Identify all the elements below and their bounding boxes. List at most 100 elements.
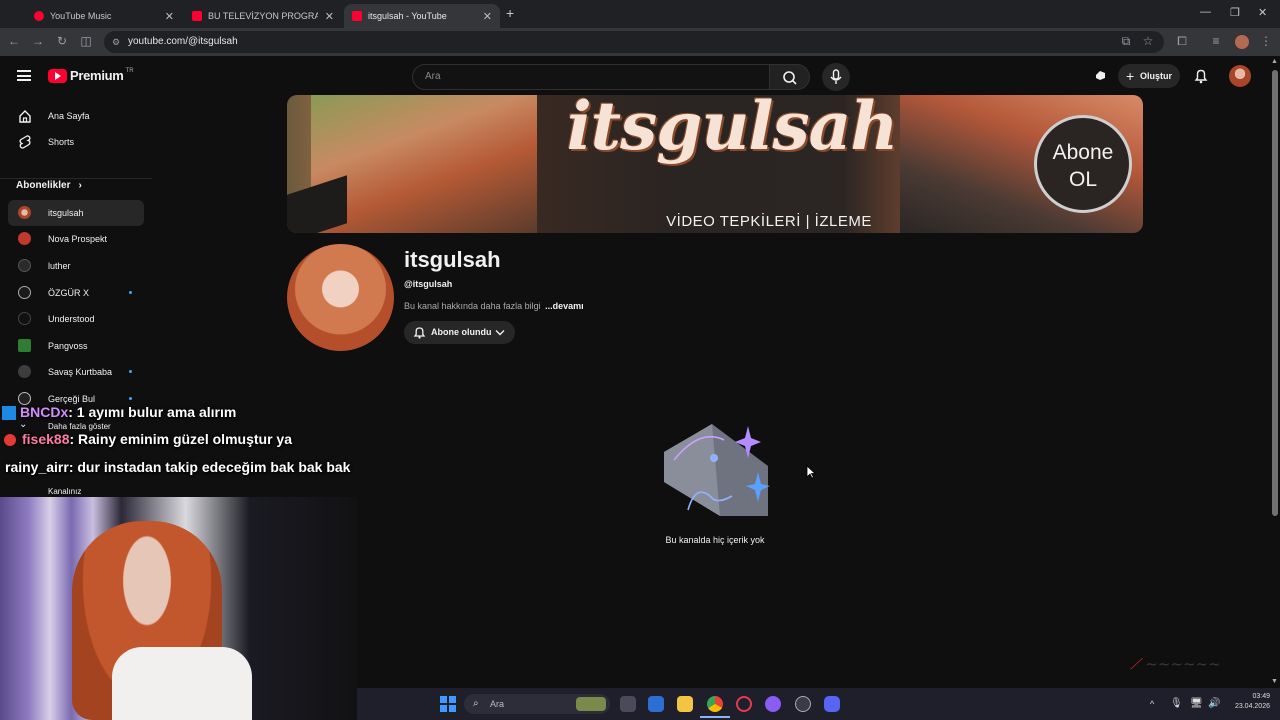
close-tab-icon[interactable]: ✕ bbox=[165, 10, 174, 23]
sidebar-item-your-channel[interactable]: Kanalınız bbox=[8, 484, 144, 498]
subscribed-button[interactable]: Abone olundu bbox=[404, 321, 515, 344]
scroll-down-arrow-icon[interactable]: ▼ bbox=[1271, 678, 1278, 685]
chat-message: rainy_airr: dur instadan takip edeceğim … bbox=[0, 459, 350, 481]
file-explorer-icon[interactable] bbox=[677, 696, 693, 712]
tab-itsgulsah[interactable]: itsgulsah - YouTube ✕ bbox=[344, 4, 500, 28]
sidebar-item-pangvoss[interactable]: Pangvoss bbox=[8, 333, 144, 359]
scroll-up-arrow-icon[interactable]: ▲ bbox=[1271, 58, 1278, 65]
address-bar[interactable]: ⚙ youtube.com/@itsgulsah bbox=[104, 31, 1164, 53]
chat-username: BNCDx bbox=[20, 404, 69, 420]
youtube-studio-icon[interactable] bbox=[1094, 69, 1107, 82]
tab-youtube-music[interactable]: YouTube Music ✕ bbox=[26, 4, 182, 28]
sidebar-item-nova-prospekt[interactable]: Nova Prospekt bbox=[8, 226, 144, 252]
install-app-icon[interactable]: ⧉ bbox=[1118, 34, 1134, 49]
maximize-window-icon[interactable]: ❐ bbox=[1230, 6, 1240, 19]
channel-avatar bbox=[18, 365, 31, 378]
network-icon[interactable]: 🖥 bbox=[1190, 698, 1203, 709]
browser-app-icon[interactable] bbox=[765, 696, 781, 712]
sidebar-item-ozgur-x[interactable]: ÖZGÜR X bbox=[8, 280, 144, 306]
chat-badge-icon bbox=[2, 406, 16, 421]
back-arrow-icon[interactable]: ← bbox=[6, 34, 22, 48]
steam-icon[interactable] bbox=[795, 696, 811, 712]
sidebar-item-home[interactable]: Ana Sayfa bbox=[8, 103, 144, 129]
media-controls-icon[interactable]: ≡ bbox=[1208, 34, 1224, 48]
sidebar-item-label: Nova Prospekt bbox=[48, 234, 108, 244]
site-info-icon[interactable]: ⚙ bbox=[112, 31, 120, 53]
plus-icon: + bbox=[1126, 68, 1135, 84]
close-tab-icon[interactable]: ✕ bbox=[483, 10, 492, 23]
banner-subscribe-badge: Abone OL bbox=[1034, 115, 1132, 213]
channel-avatar bbox=[18, 286, 31, 299]
close-window-icon[interactable]: ✕ bbox=[1258, 6, 1267, 19]
microphone-icon bbox=[830, 69, 842, 84]
chrome-icon[interactable] bbox=[707, 696, 723, 712]
region-code: TR bbox=[125, 67, 134, 74]
reload-icon[interactable]: ↻ bbox=[54, 34, 70, 48]
sidebar-item-label: itsgulsah bbox=[48, 208, 84, 218]
empty-channel-illustration-icon bbox=[664, 424, 770, 516]
minimize-window-icon[interactable]: — bbox=[1200, 6, 1211, 18]
sidebar-item-label: Savaş Kurtbaba bbox=[48, 367, 113, 377]
channel-banner: itsgulsah VİDEO TEPKİLERİ | İZLEME Abone… bbox=[287, 95, 1143, 233]
create-button[interactable]: + Oluştur bbox=[1118, 64, 1180, 88]
new-content-dot bbox=[129, 291, 132, 294]
sidebar-item-label: Pangvoss bbox=[48, 341, 88, 351]
subscriptions-heading[interactable]: Abonelikler › bbox=[16, 180, 82, 191]
scrollbar-thumb[interactable] bbox=[1272, 70, 1278, 516]
tray-chevron-up-icon[interactable]: ^ bbox=[1150, 699, 1154, 709]
new-content-dot bbox=[129, 397, 132, 400]
tab-tv-program[interactable]: BU TELEVİZYON PROGRAM NA ✕ bbox=[184, 4, 342, 28]
taskbar-search-input[interactable]: ⌕ Ara bbox=[464, 694, 610, 714]
shorts-icon bbox=[19, 135, 31, 149]
chat-text: : Rainy eminim güzel olmuştur ya bbox=[69, 431, 292, 447]
mouse-cursor-icon bbox=[806, 465, 816, 479]
windows-start-icon[interactable] bbox=[440, 696, 456, 712]
bookmark-star-icon[interactable]: ☆ bbox=[1140, 34, 1156, 48]
tab-label: YouTube Music bbox=[50, 11, 112, 21]
new-content-dot bbox=[129, 370, 132, 373]
channel-avatar bbox=[18, 259, 31, 272]
sidebar-item-savas-kurtbaba[interactable]: Savaş Kurtbaba bbox=[8, 359, 144, 385]
notifications-bell-icon[interactable] bbox=[1193, 68, 1209, 89]
extensions-icon[interactable]: ⧠ bbox=[1174, 34, 1190, 49]
about-text: Bu kanal hakkında daha fazla bilgi bbox=[404, 301, 541, 311]
create-label: Oluştur bbox=[1140, 71, 1173, 81]
store-icon[interactable] bbox=[648, 696, 664, 712]
channel-avatar-large[interactable] bbox=[287, 244, 394, 351]
opera-icon[interactable] bbox=[736, 696, 752, 712]
subscriptions-title: Abonelikler bbox=[16, 180, 71, 191]
streamer-shirt bbox=[112, 647, 252, 720]
search-button[interactable] bbox=[770, 64, 810, 90]
volume-icon[interactable]: 🔊 bbox=[1208, 698, 1220, 709]
user-avatar[interactable] bbox=[1229, 65, 1251, 87]
banner-title: itsgulsah bbox=[566, 95, 899, 165]
sidebar-item-luther[interactable]: luther bbox=[8, 253, 144, 279]
discord-icon[interactable] bbox=[824, 696, 840, 712]
sidebar-item-label: Gerçeği Bul bbox=[48, 394, 96, 404]
empty-state-message: Bu kanalda hiç içerik yok bbox=[665, 535, 765, 545]
sidebar-item-itsgulsah[interactable]: itsgulsah bbox=[8, 200, 144, 226]
microphone-tray-icon[interactable]: 🎙 bbox=[1170, 698, 1183, 709]
more-link[interactable]: ...devamı bbox=[545, 301, 584, 311]
split-view-icon[interactable]: ◫ bbox=[78, 34, 94, 48]
search-input[interactable]: Ara bbox=[412, 64, 770, 90]
profile-avatar[interactable] bbox=[1235, 35, 1249, 49]
search-icon: ⌕ bbox=[473, 698, 479, 709]
menu-kebab-icon[interactable]: ⋮ bbox=[1258, 34, 1274, 48]
channel-avatar bbox=[18, 339, 31, 352]
task-view-icon[interactable] bbox=[620, 696, 636, 712]
chevron-right-icon: › bbox=[78, 180, 82, 191]
sidebar-item-understood[interactable]: Understood bbox=[8, 306, 144, 332]
hamburger-menu-icon[interactable] bbox=[17, 70, 31, 81]
close-tab-icon[interactable]: ✕ bbox=[325, 10, 334, 23]
channel-description[interactable]: Bu kanal hakkında daha fazla bilgi ...de… bbox=[404, 301, 584, 311]
channel-avatar bbox=[18, 312, 31, 325]
taskbar-clock[interactable]: 03:49 23.04.2026 bbox=[1222, 692, 1270, 712]
sidebar-item-shorts[interactable]: Shorts bbox=[8, 129, 144, 155]
new-tab-button[interactable]: + bbox=[506, 5, 514, 21]
bell-icon bbox=[413, 327, 426, 339]
youtube-logo[interactable]: Premium TR bbox=[48, 68, 134, 83]
subscribed-label: Abone olundu bbox=[431, 327, 492, 337]
forward-arrow-icon[interactable]: → bbox=[30, 34, 46, 48]
voice-search-button[interactable] bbox=[822, 63, 850, 91]
